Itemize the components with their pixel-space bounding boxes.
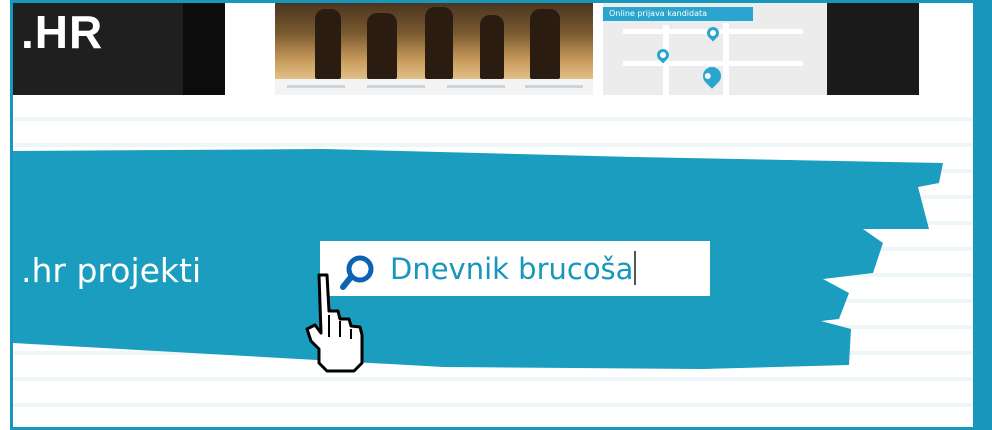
map-pin-icon[interactable] (699, 63, 725, 89)
browser-frame: .HR Online prijava kandidata .hr projekt… (10, 0, 976, 430)
right-edge-strip (976, 0, 992, 430)
site-logo[interactable]: .HR (21, 5, 103, 59)
search-input[interactable]: Dnevnik brucoša (390, 251, 637, 287)
projects-label[interactable]: .hr projekti (21, 251, 201, 291)
website-preview-strip: .HR Online prijava kandidata (13, 3, 973, 95)
map-pin-icon[interactable] (704, 24, 722, 42)
search-input-value: Dnevnik brucoša (390, 252, 634, 286)
text-caret (634, 251, 637, 285)
map-header: Online prijava kandidata (603, 7, 753, 21)
dark-panel-left-shadow (183, 3, 225, 95)
search-field[interactable]: Dnevnik brucoša (320, 241, 710, 296)
photo-caption-row (275, 79, 593, 95)
map-widget[interactable]: Online prijava kandidata (603, 3, 827, 95)
group-photo[interactable] (275, 3, 593, 79)
dark-panel-right (827, 3, 919, 95)
hand-pointer-cursor-icon (305, 273, 364, 373)
